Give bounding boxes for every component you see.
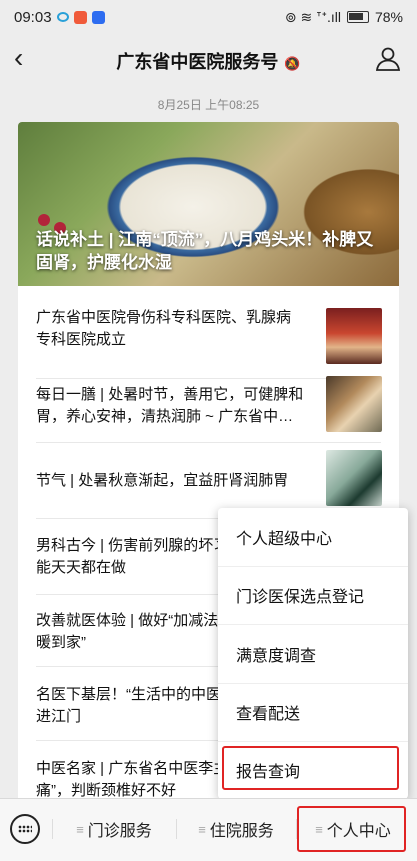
bottom-menu-bar: ≡ 门诊服务 ≡ 住院服务 ≡ 个人中心 [0, 798, 417, 861]
status-time: 09:03 [14, 8, 52, 26]
divider [176, 819, 177, 839]
article-title: 节气 | 处暑秋意渐起，宜益肝肾润肺胃 [36, 472, 289, 489]
tab-label: 个人中心 [326, 823, 391, 840]
page-title-text: 广东省中医院服务号 [116, 52, 279, 72]
hero-title: 话说补土 | 江南“顶流”，八月鸡头米！补脾又固肾，护腰化水湿 [36, 230, 374, 272]
menu-lines-icon: ≡ [76, 821, 84, 837]
tab-personal-center[interactable]: ≡ 个人中心 [300, 811, 406, 847]
tab-label: 门诊服务 [87, 823, 152, 840]
divider [36, 442, 381, 443]
tab-inpatient-services[interactable]: ≡ 住院服务 [180, 811, 292, 847]
article-thumbnail[interactable] [326, 450, 382, 506]
menu-lines-icon: ≡ [198, 821, 206, 837]
message-notification-icon [91, 10, 105, 24]
page-title: 广东省中医院服务号 🔕 [0, 48, 417, 74]
message-timestamp: 8月25日 上午08:25 [157, 98, 260, 112]
status-right: ⊚ ≋ ᐪᐩ.ıll 78% [285, 9, 403, 26]
tab-outpatient-services[interactable]: ≡ 门诊服务 [56, 811, 172, 847]
menu-item-report-query[interactable]: 报告查询 [218, 741, 408, 799]
status-left: 09:03 [14, 9, 105, 26]
cloud-notification-icon [56, 12, 69, 22]
status-bar: 09:03 ⊚ ≋ ᐪᐩ.ıll 78% [0, 0, 417, 34]
hero-article[interactable]: 话说补土 | 江南“顶流”，八月鸡头米！补脾又固肾，护腰化水湿 [18, 122, 399, 286]
menu-lines-icon: ≡ [315, 821, 323, 837]
signal-wifi-icon: ⊚ ≋ ᐪᐩ.ıll [284, 8, 341, 25]
divider [52, 819, 53, 839]
back-icon[interactable]: ‹ [14, 44, 42, 74]
menu-item-satisfaction-survey[interactable]: 满意度调查 [218, 625, 408, 683]
article-title: 每日一膳 | 处暑时节，善用它，可健脾和胃，养心安神，清热润肺 ~ 广东省中… [36, 386, 304, 425]
article-thumbnail[interactable] [326, 376, 382, 432]
mute-bell-icon: 🔕 [284, 56, 301, 71]
hero-image-decoration [38, 214, 50, 226]
article-title: 广东省中医院骨伤科专科医院、乳腺病专科医院成立 [36, 309, 292, 348]
divider [296, 819, 297, 839]
app-notification-icon [73, 10, 87, 24]
nav-bar: ‹ 广东省中医院服务号 🔕 [0, 34, 417, 84]
menu-item-personal-super-center[interactable]: 个人超级中心 [218, 508, 408, 566]
personal-center-menu: 个人超级中心 门诊医保选点登记 满意度调查 查看配送 报告查询 [218, 508, 408, 799]
battery-icon [346, 11, 369, 23]
tab-label: 住院服务 [209, 823, 274, 840]
article-thumbnail[interactable] [326, 308, 382, 364]
user-profile-icon[interactable] [375, 46, 401, 72]
menu-item-view-delivery[interactable]: 查看配送 [218, 683, 408, 741]
keyboard-icon[interactable] [10, 814, 40, 844]
menu-item-outpatient-insurance-registration[interactable]: 门诊医保选点登记 [218, 566, 408, 624]
battery-level: 78% [374, 9, 403, 25]
